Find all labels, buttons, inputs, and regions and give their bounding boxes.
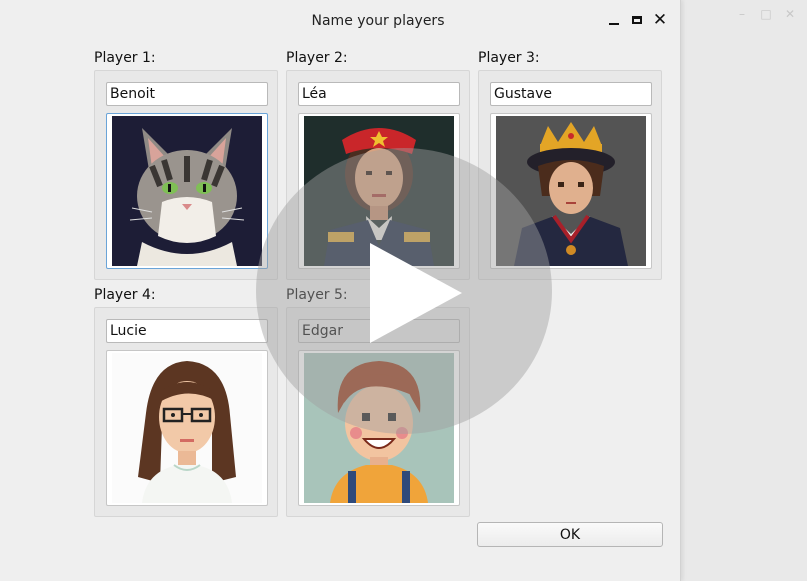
cat-avatar	[112, 116, 262, 266]
minimize-button[interactable]	[604, 10, 624, 30]
player-3-name-input[interactable]	[490, 82, 652, 106]
player-1-label: Player 1:	[94, 50, 156, 66]
player-1-name-input[interactable]	[106, 82, 268, 106]
player-2-name-input[interactable]	[298, 82, 460, 106]
player-1-frame	[94, 70, 278, 280]
title-bar[interactable]: Name your players ✕	[0, 0, 680, 44]
player-1-avatar-button[interactable]	[106, 113, 268, 269]
close-button[interactable]: ✕	[650, 10, 670, 30]
background-window-controls: – □ ✕	[736, 7, 796, 21]
maximize-icon	[632, 16, 642, 24]
player-4-avatar-button[interactable]	[106, 350, 268, 506]
close-icon: ✕	[784, 7, 796, 21]
minimize-icon	[609, 23, 619, 25]
woman-glasses-avatar	[112, 353, 262, 503]
player-4-label: Player 4:	[94, 287, 156, 303]
minimize-icon: –	[739, 7, 745, 21]
player-3-label: Player 3:	[478, 50, 540, 66]
close-icon: ✕	[652, 9, 668, 30]
video-play-overlay[interactable]	[256, 148, 552, 434]
player-4-frame	[94, 307, 278, 517]
player-4-name-input[interactable]	[106, 319, 268, 343]
maximize-icon: □	[760, 7, 772, 21]
player-2-label: Player 2:	[286, 50, 348, 66]
maximize-button[interactable]	[627, 10, 647, 30]
ok-button[interactable]: OK	[477, 522, 663, 547]
play-icon	[370, 243, 462, 343]
